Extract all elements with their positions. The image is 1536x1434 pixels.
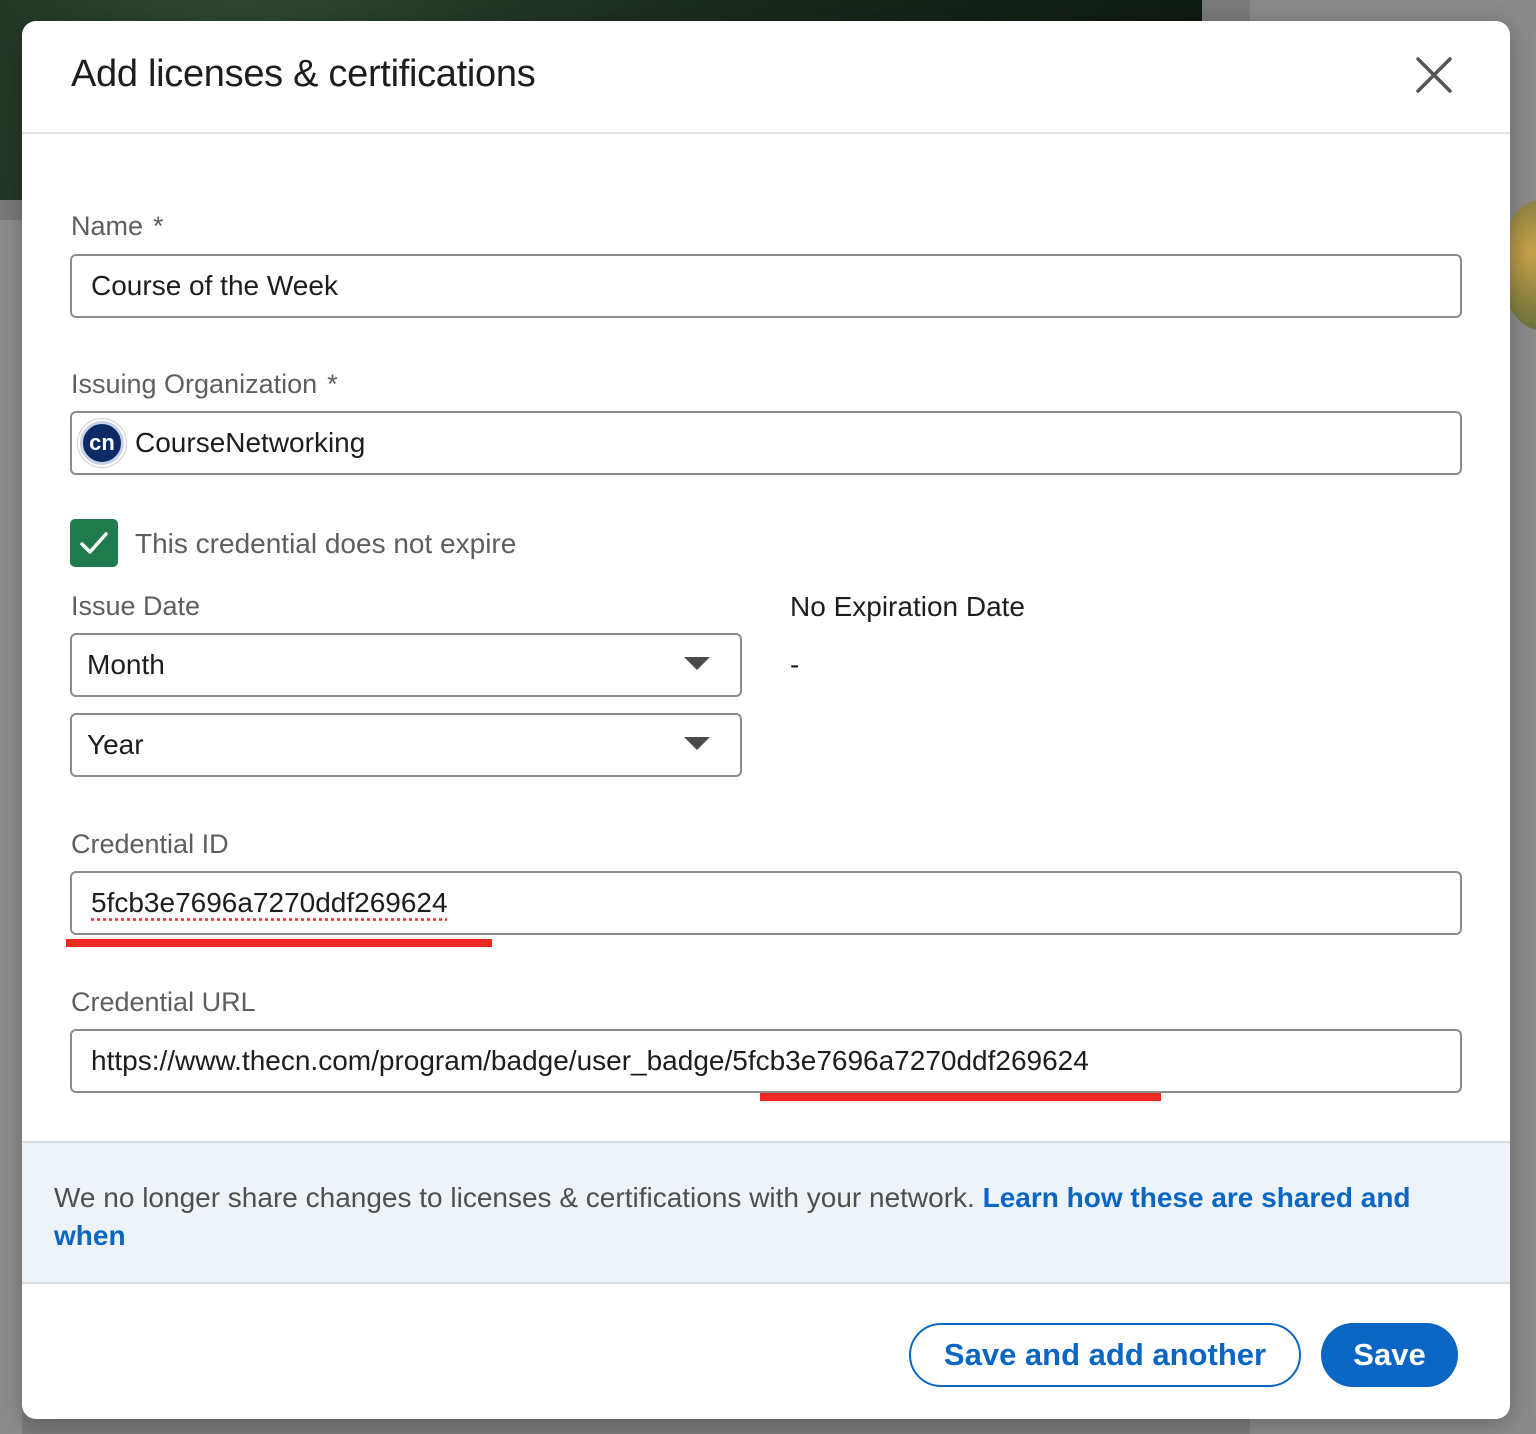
credential-url-label: Credential URL [71,987,256,1018]
name-label: Name * [71,211,164,242]
credential-url-value: https://www.thecn.com/program/badge/user… [91,1045,1089,1077]
no-expire-label: This credential does not expire [135,528,516,560]
issuing-organization-input[interactable]: cn CourseNetworking [70,411,1462,475]
save-and-add-another-button[interactable]: Save and add another [909,1323,1301,1387]
org-label: Issuing Organization * [71,369,338,400]
add-certification-dialog: Add licenses & certifications Name * Cour… [22,21,1510,1419]
expiration-date-label: No Expiration Date [790,591,1025,623]
notice-text: We no longer share changes to licenses &… [54,1182,983,1213]
expiration-date-value: - [790,649,799,681]
required-mark: * [153,211,164,241]
dialog-header: Add licenses & certifications [22,21,1510,134]
save-button[interactable]: Save [1321,1323,1458,1387]
checkmark-icon [77,526,111,560]
name-input[interactable]: Course of the Week [70,254,1462,318]
issue-month-select[interactable]: Month [70,633,742,697]
no-expire-checkbox[interactable] [70,519,118,567]
highlight-underline [760,1093,1161,1101]
credential-id-value: 5fcb3e7696a7270ddf269624 [91,887,448,919]
highlight-underline [66,939,492,947]
credential-url-input[interactable]: https://www.thecn.com/program/badge/user… [70,1029,1462,1093]
issue-month-value: Month [87,649,165,681]
credential-id-input[interactable]: 5fcb3e7696a7270ddf269624 [70,871,1462,935]
issue-year-select[interactable]: Year [70,713,742,777]
organization-logo-icon: cn [80,421,124,465]
issue-date-label: Issue Date [71,591,200,622]
sharing-notice: We no longer share changes to licenses &… [22,1141,1510,1284]
close-icon [1408,49,1460,101]
chevron-down-icon [684,737,710,750]
close-button[interactable] [1408,49,1460,101]
org-label-text: Issuing Organization [71,369,317,399]
issue-year-value: Year [87,729,144,761]
required-mark: * [327,369,338,399]
background-left-panel [0,220,22,1434]
credential-id-label: Credential ID [71,829,229,860]
org-input-value: CourseNetworking [135,427,365,459]
chevron-down-icon [684,657,710,670]
dialog-title: Add licenses & certifications [71,53,535,96]
name-label-text: Name [71,211,143,241]
name-input-value: Course of the Week [91,270,338,302]
